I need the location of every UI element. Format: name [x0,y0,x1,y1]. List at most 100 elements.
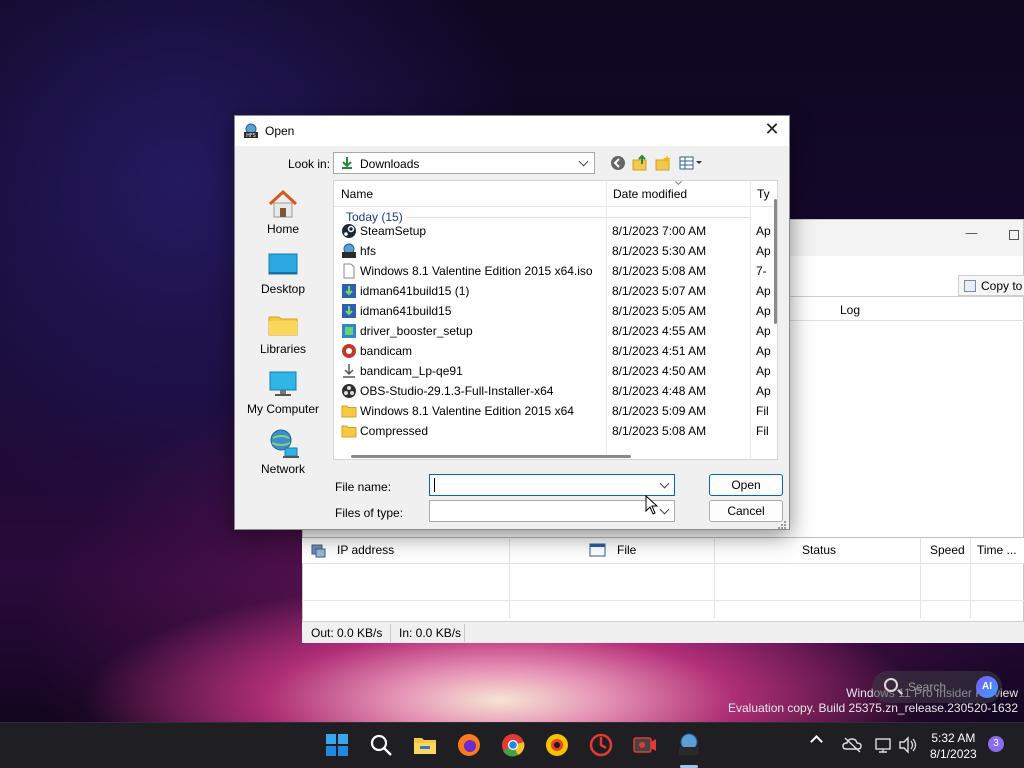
file-name-input[interactable] [429,474,675,496]
hfs-statusbar: Out: 0.0 KB/s In: 0.0 KB/s [302,621,1024,643]
open-button[interactable]: Open [709,474,783,496]
view-menu-icon[interactable] [678,154,704,172]
files-of-type-label: Files of type: [335,506,404,520]
file-icon [343,263,355,279]
hfs-icon [342,243,356,258]
libraries-icon [268,316,298,336]
new-folder-icon[interactable] [654,154,672,172]
steam-icon [342,224,356,238]
horizontal-scrollbar[interactable] [351,455,631,458]
bandicam-icon [342,344,356,358]
bandicam-icon[interactable] [632,732,658,758]
volume-icon[interactable] [898,736,918,754]
search-placeholder: Search [908,680,947,694]
back-icon[interactable] [609,154,627,172]
file-window-icon [589,543,606,557]
search-icon[interactable] [368,732,394,758]
resize-grip-icon[interactable] [775,518,787,530]
clock-time: 5:32 AM [931,731,976,745]
look-in-dropdown[interactable]: Downloads [333,152,595,174]
mouse-cursor-icon [645,495,659,515]
files-of-type-select[interactable] [429,500,675,522]
close-icon[interactable]: ✕ [757,119,787,143]
maximize-icon[interactable] [1009,230,1019,240]
list-item[interactable]: hfs 8/1/2023 5:30 AM Ap [334,241,771,261]
browser-icon[interactable] [544,732,570,758]
place-desktop[interactable]: Desktop [243,244,323,304]
col-date-modified[interactable]: Date modified [613,187,687,201]
folder-icon [341,405,357,418]
download-icon [343,364,355,378]
copy-icon [964,280,976,292]
minimize-icon[interactable]: — [965,226,978,241]
file-list[interactable]: Name Date modified Ty Today (15) SteamSe… [333,180,778,460]
search-box[interactable]: Search AI [872,671,1002,703]
col-speed[interactable]: Speed [930,543,965,557]
cancel-button[interactable]: Cancel [709,500,783,522]
copy-to-button[interactable]: Copy to [958,275,1024,296]
list-item[interactable]: idman641build15 (1) 8/1/2023 5:07 AM Ap [334,281,771,301]
status-in: In: 0.0 KB/s [399,626,462,640]
open-dialog: HFS Open ✕ Look in: Downloads Home Deskt… [234,115,790,530]
dialog-title: Open [265,124,295,138]
cloud-off-icon[interactable] [842,737,862,753]
idm-icon [342,304,356,318]
connections-header: IP address File Status Speed Time ... [302,537,1024,618]
connections-row-line [302,600,1024,601]
file-explorer-icon[interactable] [412,732,438,758]
idm-icon [342,284,356,298]
folder-icon [341,425,357,438]
place-network[interactable]: Network [243,424,323,484]
col-type[interactable]: Ty [757,187,770,201]
list-item[interactable]: bandicam_Lp-qe91 8/1/2023 4:50 AM Ap [334,361,771,381]
chevron-down-icon[interactable] [659,504,670,515]
home-icon [268,189,298,218]
desktop-icon [268,253,298,275]
firefox-icon[interactable] [456,732,482,758]
col-status[interactable]: Status [802,543,836,557]
driver-booster-icon[interactable] [588,732,614,758]
log-label: Log [840,303,861,317]
network-status-icon[interactable] [874,736,892,754]
obs-icon [342,384,356,398]
sort-indicator-icon [674,181,683,186]
system-clock[interactable]: 5:32 AM 8/1/2023 [930,730,977,762]
col-time[interactable]: Time ... [977,543,1017,557]
places-bar: Home Desktop Libraries My Computer Netwo… [235,184,331,476]
place-my-computer[interactable]: My Computer [243,364,323,424]
vertical-scrollbar[interactable] [774,199,777,324]
col-ip-address[interactable]: IP address [337,543,394,557]
network-computer-icon [311,544,326,558]
status-out: Out: 0.0 KB/s [311,626,383,640]
chrome-icon[interactable] [500,732,526,758]
chevron-down-icon[interactable] [659,478,670,489]
download-folder-icon [342,157,352,169]
list-item[interactable]: driver_booster_setup 8/1/2023 4:55 AM Ap [334,321,771,341]
list-item[interactable]: Windows 8.1 Valentine Edition 2015 x64.i… [334,261,767,281]
list-item[interactable]: idman641build15 8/1/2023 5:05 AM Ap [334,301,771,321]
installer-icon [342,324,356,338]
file-list-header: Name Date modified Ty [334,181,777,459]
notification-badge[interactable]: 3 [988,736,1004,752]
list-item[interactable]: Windows 8.1 Valentine Edition 2015 x64 8… [334,401,769,421]
list-item[interactable]: OBS-Studio-29.1.3-Full-Installer-x64 8/1… [334,381,771,401]
network-icon [270,429,299,458]
chevron-up-icon[interactable] [810,735,823,748]
col-file[interactable]: File [617,543,636,557]
list-item[interactable]: SteamSetup 8/1/2023 7:00 AM Ap [334,221,771,241]
look-in-label: Look in: [288,157,331,171]
computer-icon [269,371,297,396]
list-item[interactable]: Compressed 8/1/2023 5:08 AM Fil [334,421,769,441]
list-item[interactable]: bandicam 8/1/2023 4:51 AM Ap [334,341,771,361]
log-header [790,299,1024,321]
file-name-label: File name: [335,480,392,494]
search-icon [884,678,898,692]
place-libraries[interactable]: Libraries [243,304,323,364]
hfs-taskbar-icon[interactable] [676,732,702,758]
place-home[interactable]: Home [243,184,323,244]
start-icon[interactable] [324,732,350,758]
col-name[interactable]: Name [341,187,373,201]
up-folder-icon[interactable] [631,154,649,172]
clock-date: 8/1/2023 [930,747,977,761]
ai-copilot-icon[interactable]: AI [976,676,998,698]
